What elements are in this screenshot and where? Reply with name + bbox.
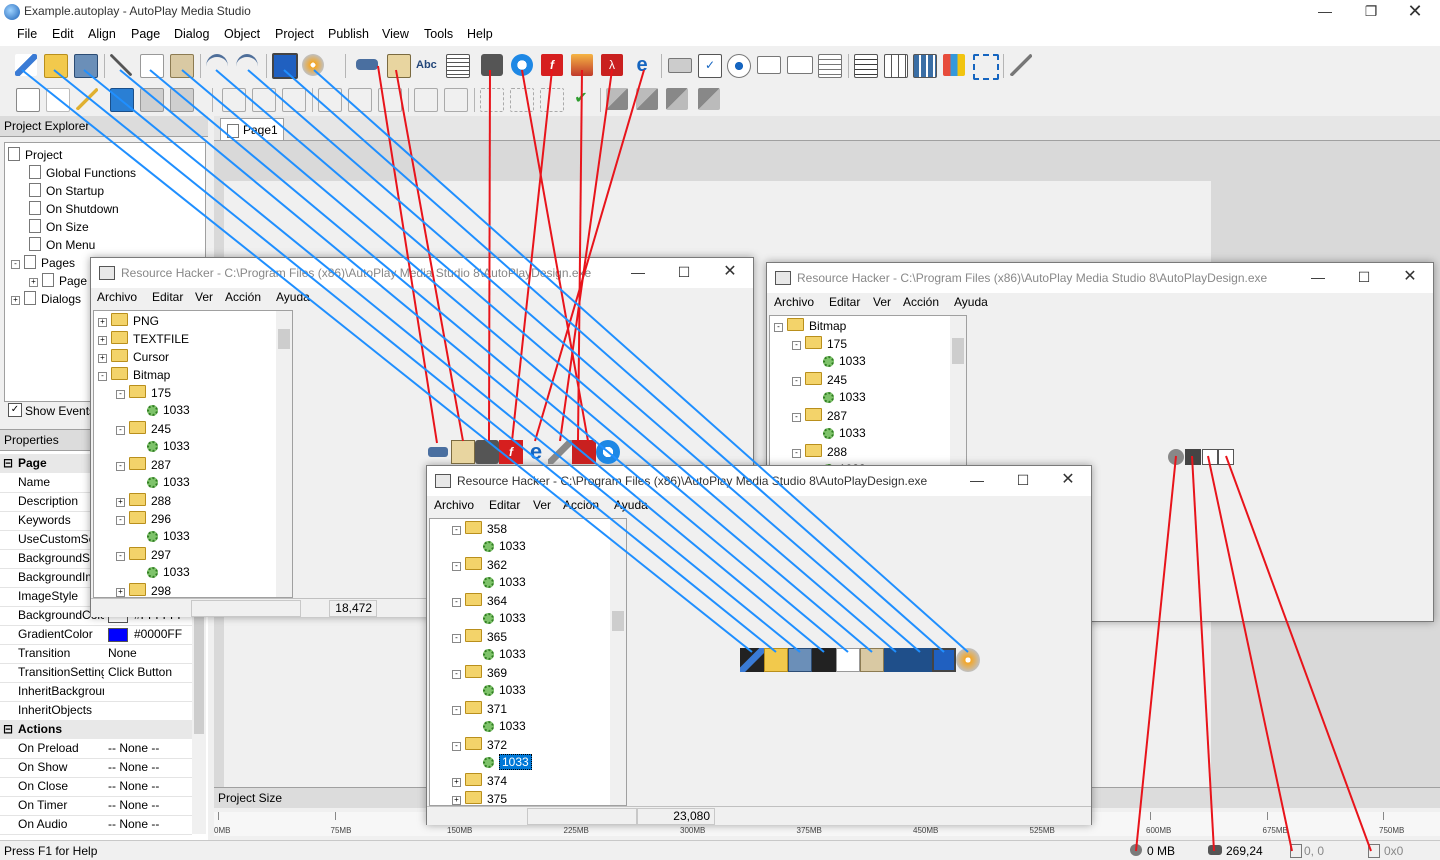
red-connector-line	[534, 69, 645, 442]
red-connector-line	[559, 69, 613, 442]
blue-connector-line	[247, 69, 921, 653]
blue-connector-line	[149, 69, 849, 653]
red-connector-line	[1225, 455, 1372, 852]
blue-connector-line	[83, 69, 801, 653]
blue-connector-line	[215, 69, 897, 653]
red-connector-line	[377, 65, 438, 444]
red-connector-line	[1207, 455, 1293, 852]
red-connector-line	[577, 69, 583, 442]
red-connector-line	[395, 69, 464, 442]
blue-connector-line	[53, 69, 777, 653]
red-connector-line	[488, 69, 491, 442]
blue-connector-line	[283, 69, 945, 653]
red-connector-line	[1135, 455, 1177, 852]
blue-connector-line	[119, 69, 825, 653]
blue-connector-line	[181, 69, 873, 653]
red-connector-line	[1191, 455, 1215, 852]
annotation-lines	[21, 65, 1372, 852]
